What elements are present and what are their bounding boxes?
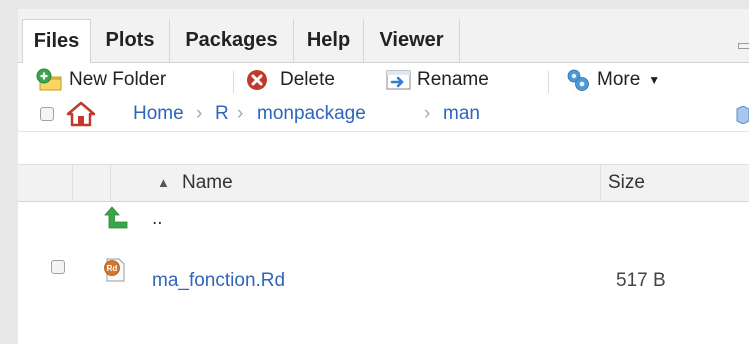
file-size: 517 B [616, 270, 666, 291]
column-header-name[interactable]: Name [182, 172, 233, 194]
column-divider [110, 165, 111, 201]
new-folder-button[interactable]: New Folder [36, 63, 166, 97]
home-icon[interactable] [66, 101, 96, 127]
tab-plots[interactable]: Plots [91, 19, 170, 62]
toolbar-divider [233, 71, 234, 93]
new-folder-icon [36, 68, 62, 91]
minimize-pane-icon[interactable] [738, 43, 749, 49]
row-checkbox[interactable] [51, 260, 65, 274]
rename-label: Rename [417, 69, 489, 90]
tab-label: Viewer [379, 29, 444, 51]
tab-label: Files [33, 30, 80, 52]
tab-label: Plots [105, 29, 155, 51]
more-label: More [597, 69, 641, 90]
up-arrow-icon [104, 206, 128, 229]
tab-packages[interactable]: Packages [170, 19, 294, 62]
delete-label: Delete [280, 69, 335, 90]
chevron-down-icon: ▼ [648, 73, 661, 87]
column-divider [600, 165, 601, 201]
tab-label: Help [306, 29, 351, 51]
delete-button[interactable]: Delete [246, 63, 335, 97]
table-row[interactable]: Rd ma_fonction.Rd 517 B [18, 256, 749, 292]
go-to-working-directory-icon[interactable] [735, 106, 749, 124]
breadcrumb-separator-icon: › [196, 103, 203, 124]
tab-label: Packages [185, 29, 278, 51]
file-name-link[interactable]: ma_fonction.Rd [152, 270, 285, 292]
breadcrumb-separator-icon: › [237, 103, 244, 124]
rename-button[interactable]: Rename [386, 63, 489, 97]
breadcrumb: Home › R › monpackage › man [18, 97, 749, 132]
parent-directory-link[interactable]: .. [152, 208, 163, 230]
toolbar-divider [548, 71, 549, 93]
column-header-size[interactable]: Size [608, 172, 645, 194]
file-table-header: ▲ Name Size [18, 164, 749, 202]
delete-icon [247, 70, 267, 90]
files-toolbar: New Folder Delete Rename More ▼ [18, 63, 749, 97]
window-frame-top [0, 0, 749, 9]
gear-icon [567, 69, 589, 91]
breadcrumb-man[interactable]: man [443, 103, 480, 125]
pane-tab-bar: Files Plots Packages Help Viewer [18, 9, 749, 63]
more-button[interactable]: More ▼ [565, 63, 660, 97]
breadcrumb-separator-icon: › [424, 103, 431, 124]
column-divider [72, 165, 73, 201]
breadcrumb-home[interactable]: Home [133, 103, 184, 125]
sort-ascending-icon: ▲ [157, 175, 170, 190]
rename-icon [386, 70, 411, 90]
tab-help[interactable]: Help [294, 19, 364, 62]
breadcrumb-r[interactable]: R [215, 103, 229, 125]
select-all-checkbox[interactable] [40, 107, 54, 121]
tab-files[interactable]: Files [22, 19, 91, 63]
rd-file-icon: Rd [104, 258, 125, 282]
window-frame-left [0, 0, 18, 344]
tab-viewer[interactable]: Viewer [364, 19, 460, 62]
svg-text:Rd: Rd [107, 264, 118, 273]
parent-directory-row[interactable]: .. [18, 200, 749, 236]
new-folder-label: New Folder [69, 69, 167, 90]
breadcrumb-monpackage[interactable]: monpackage [257, 103, 366, 125]
